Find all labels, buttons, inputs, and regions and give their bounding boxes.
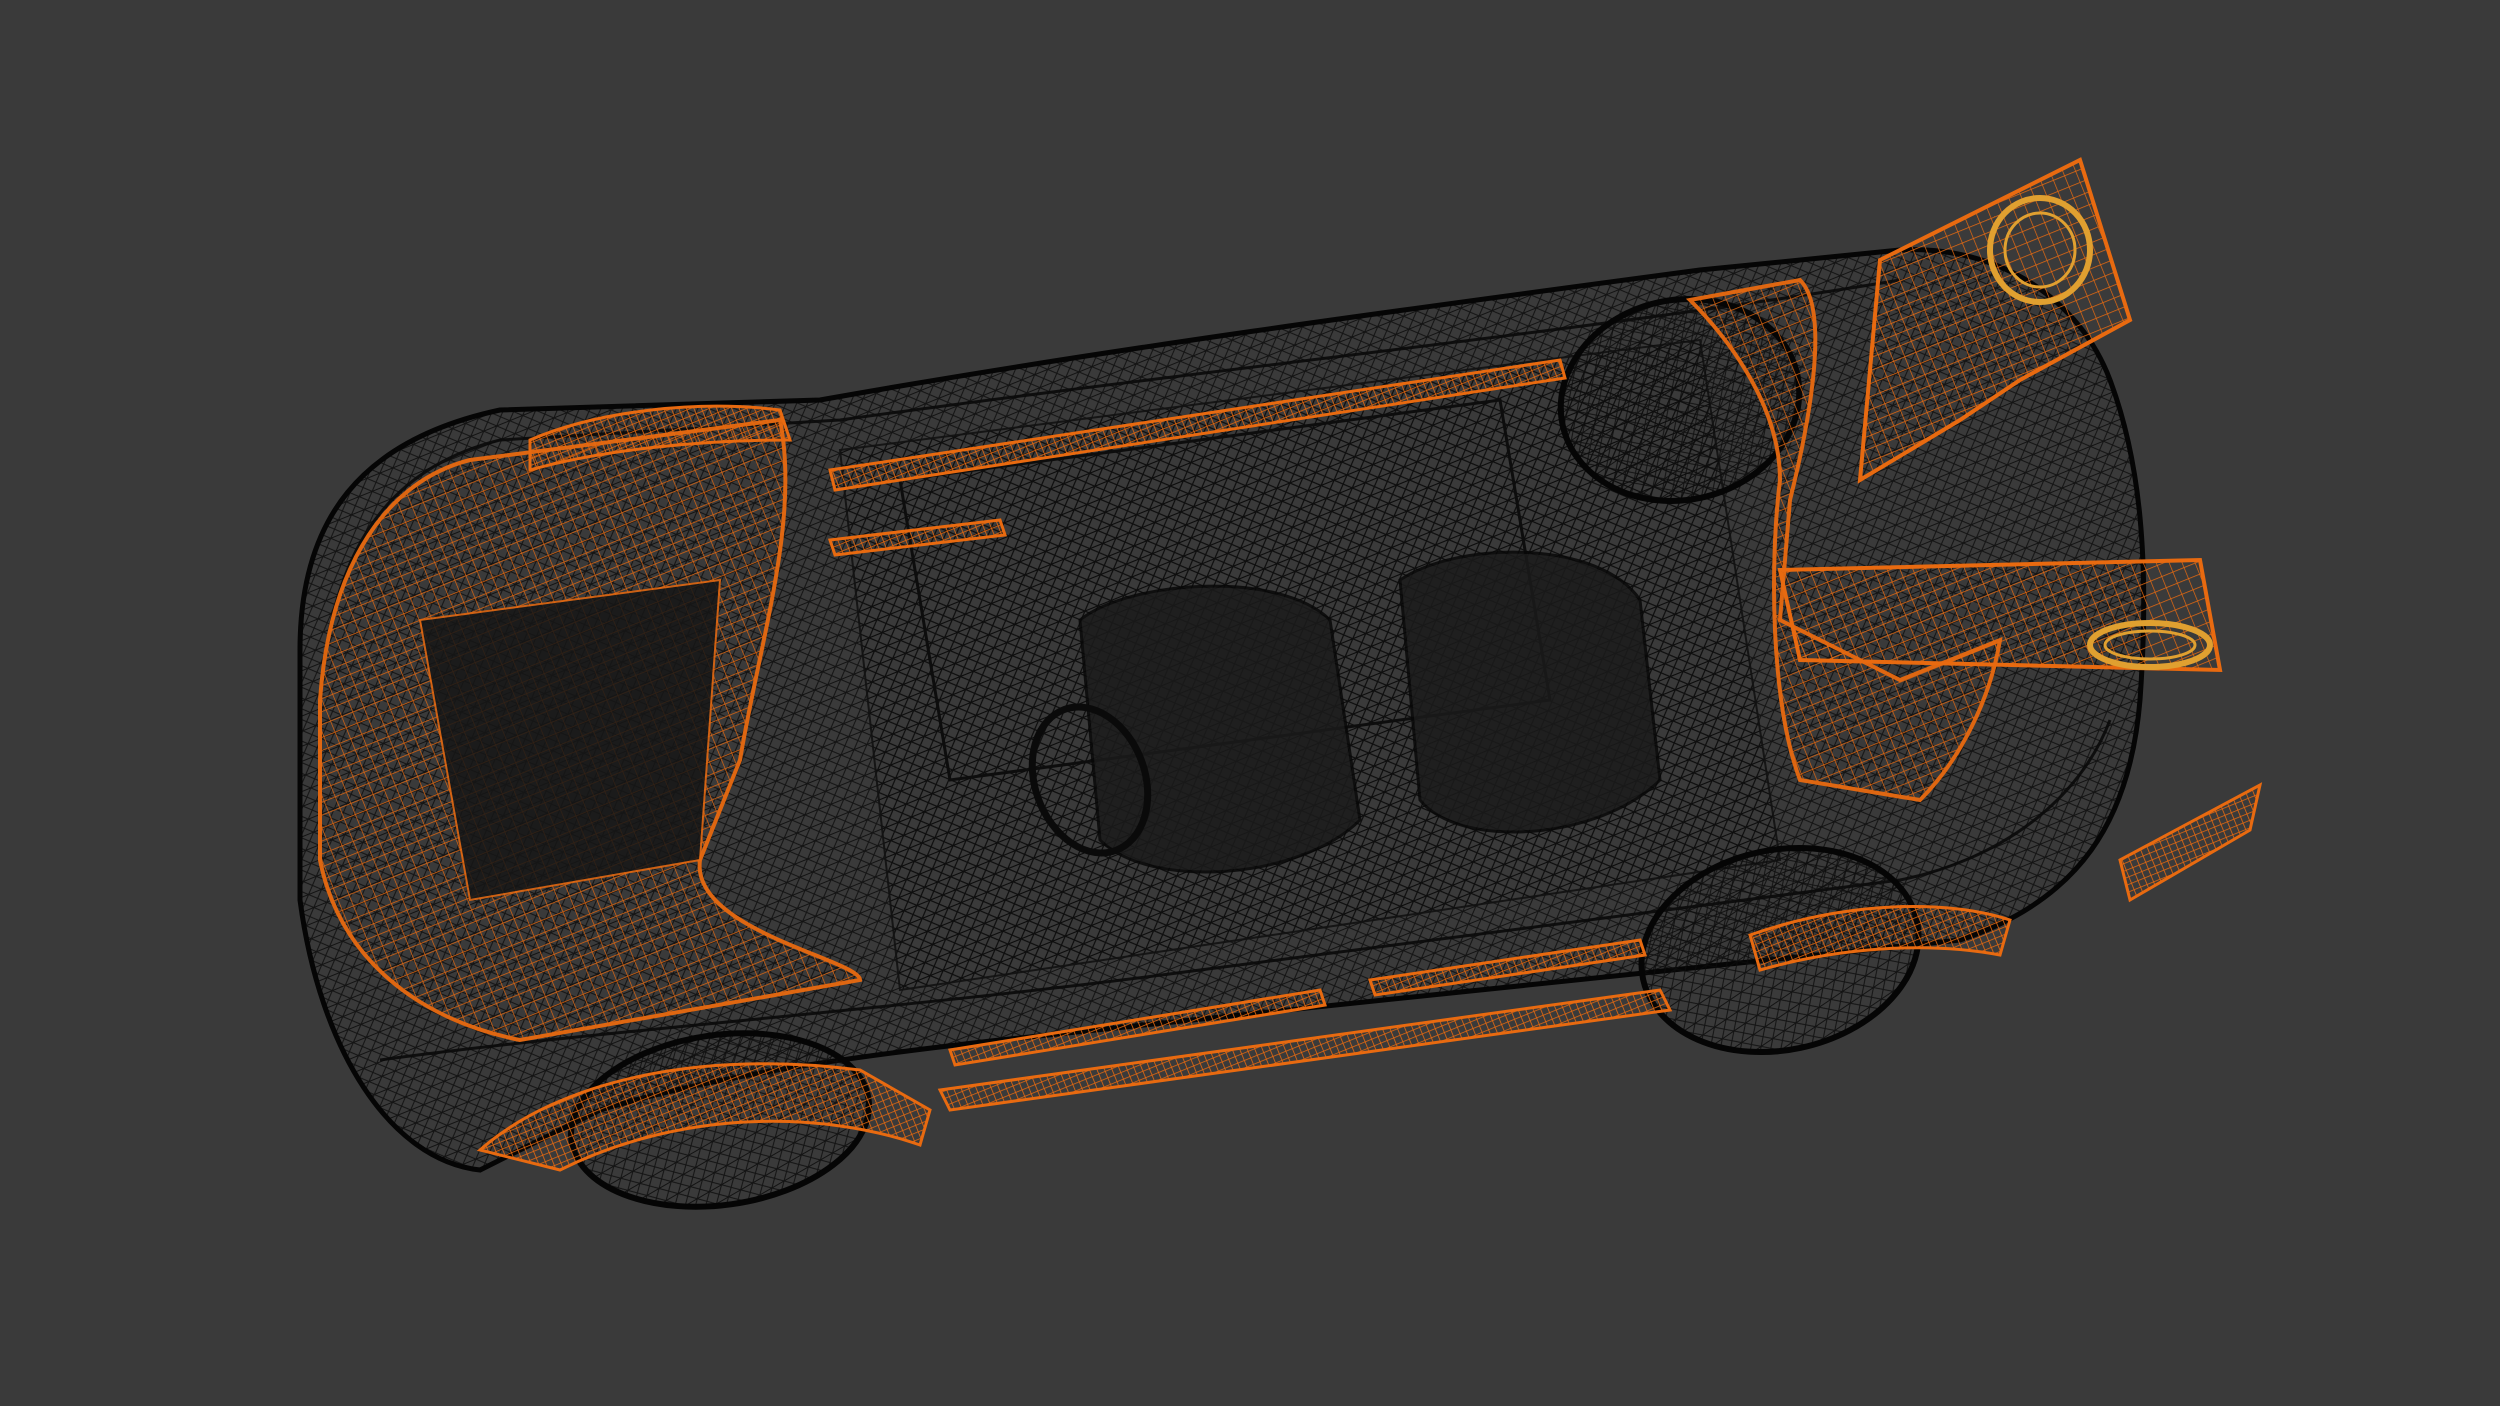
rear-spoiler-lower[interactable] [1777, 557, 2223, 673]
rear-lower-panel[interactable] [2118, 782, 2263, 903]
3d-viewport[interactable] [0, 0, 2500, 1406]
wireframe-scene[interactable] [0, 0, 2500, 1406]
